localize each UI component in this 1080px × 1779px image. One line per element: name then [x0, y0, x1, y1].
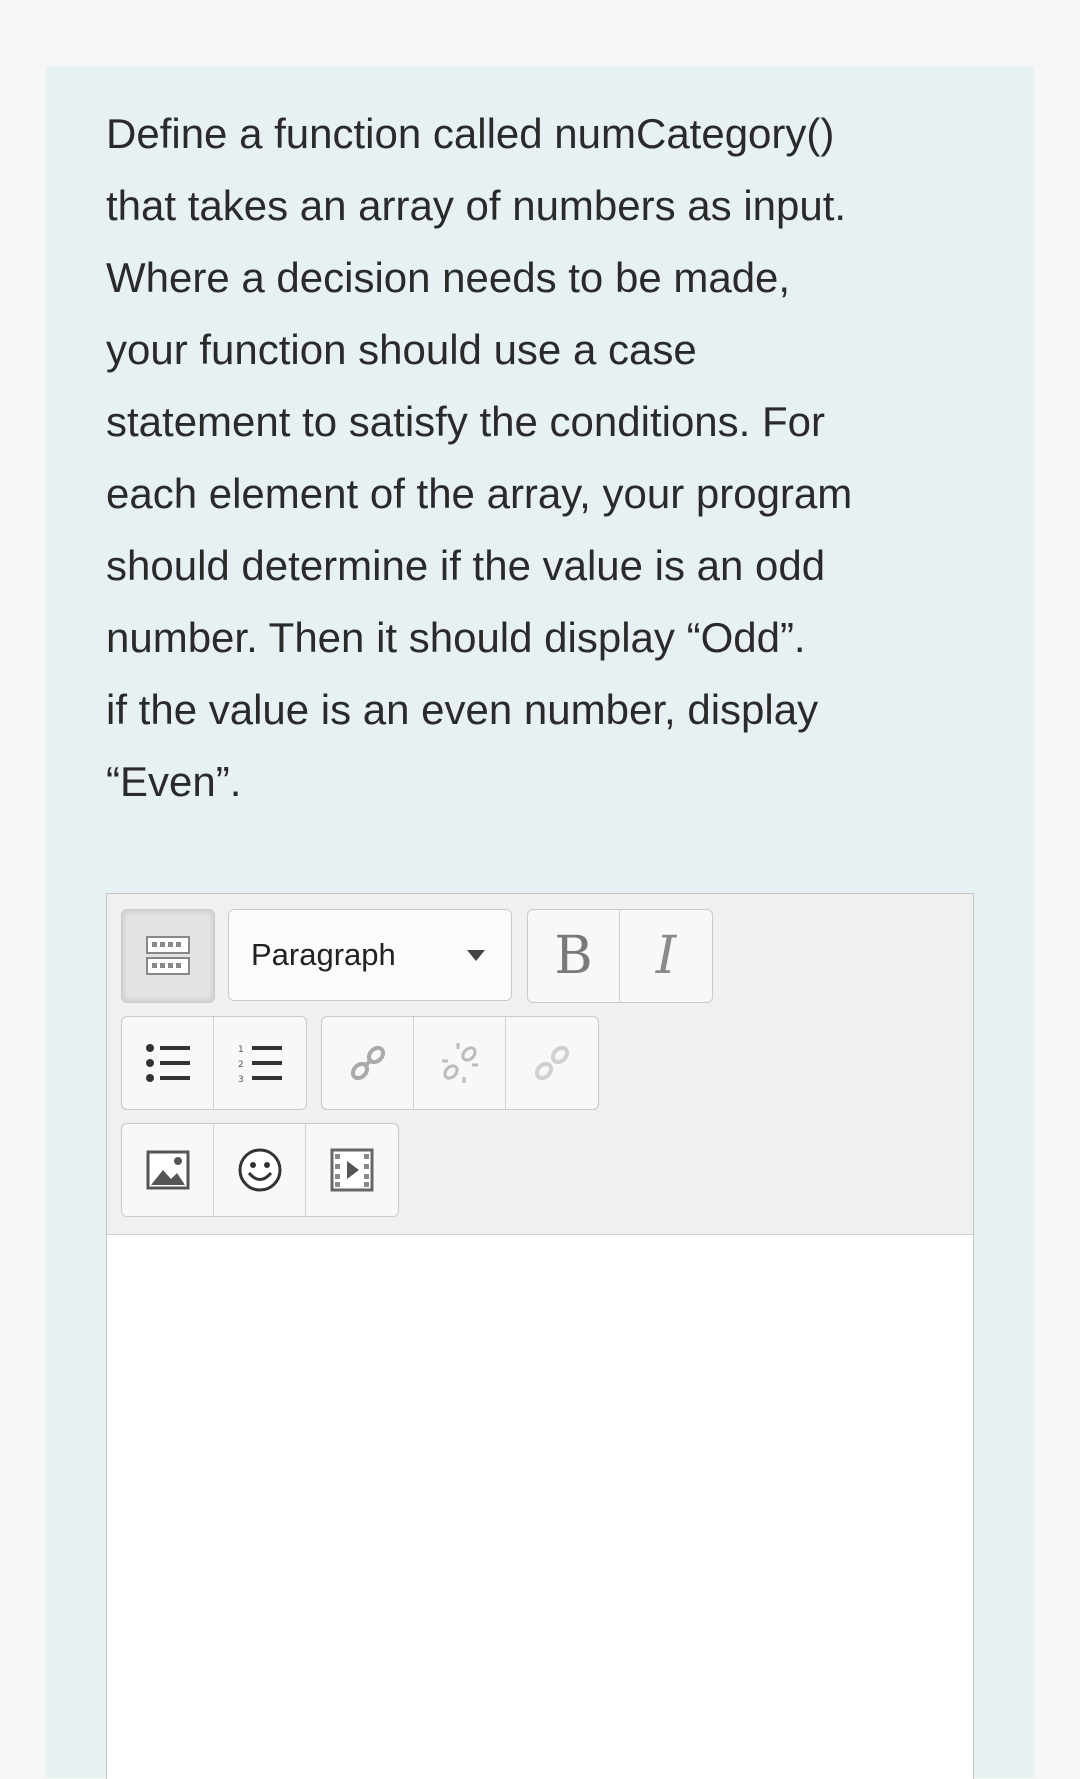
- block-format-value: Paragraph: [251, 937, 396, 972]
- image-icon: [146, 1150, 189, 1190]
- question-line: Where a decision needs to be made,: [106, 254, 791, 301]
- link-group: [321, 1016, 599, 1110]
- question-card: Define a function called numCategory() t…: [46, 66, 1034, 1779]
- svg-text:1: 1: [238, 1045, 244, 1055]
- toolbar-toggle-button[interactable]: [122, 910, 214, 1002]
- link-button[interactable]: [322, 1017, 414, 1109]
- text-style-group: B I: [527, 909, 713, 1003]
- rich-text-editor: Paragraph B I 1 2 3: [106, 893, 974, 1779]
- unlink-icon: [441, 1043, 478, 1083]
- chevron-down-icon: [467, 950, 485, 961]
- unordered-list-icon: [145, 1044, 190, 1082]
- link-icon: [350, 1045, 385, 1081]
- question-line: that takes an array of numbers as input.: [106, 182, 847, 229]
- question-line: should determine if the value is an odd: [106, 542, 826, 589]
- svg-text:2: 2: [238, 1060, 244, 1070]
- media-group: [121, 1123, 399, 1217]
- question-line: your function should use a case: [106, 326, 697, 373]
- toolbar-toggle-icon: [146, 936, 190, 975]
- manage-files-icon: [534, 1045, 570, 1081]
- svg-text:3: 3: [238, 1075, 244, 1085]
- bold-button[interactable]: B: [528, 910, 620, 1002]
- emoticon-icon: [238, 1148, 281, 1192]
- toolbar-toggle-group: [121, 909, 215, 1003]
- unordered-list-button[interactable]: [122, 1017, 214, 1109]
- question-line: number. Then it should display “Odd”.: [106, 614, 806, 661]
- manage-files-button[interactable]: [506, 1017, 598, 1109]
- question-line: “Even”.: [106, 758, 242, 805]
- bold-icon: B: [554, 926, 593, 986]
- editor-content-area[interactable]: [107, 1235, 973, 1779]
- list-group: 1 2 3: [121, 1016, 307, 1110]
- question-line: statement to satisfy the conditions. For: [106, 398, 826, 445]
- ordered-list-icon: 1 2 3: [238, 1045, 282, 1085]
- insert-image-button[interactable]: [122, 1124, 214, 1216]
- unlink-button[interactable]: [414, 1017, 506, 1109]
- question-line: each element of the array, your program: [106, 470, 853, 517]
- ordered-list-button[interactable]: 1 2 3: [214, 1017, 306, 1109]
- insert-emoticon-button[interactable]: [214, 1124, 306, 1216]
- question-line: if the value is an even number, display: [106, 686, 819, 733]
- block-format-select[interactable]: Paragraph: [228, 909, 512, 1001]
- editor-toolbar: Paragraph B I 1 2 3: [107, 894, 973, 1235]
- insert-media-button[interactable]: [306, 1124, 398, 1216]
- italic-icon: I: [655, 926, 677, 986]
- media-icon: [330, 1148, 374, 1192]
- italic-button[interactable]: I: [620, 910, 712, 1002]
- question-text: Define a function called numCategory() t…: [106, 98, 1006, 818]
- question-line: Define a function called numCategory(): [106, 110, 835, 157]
